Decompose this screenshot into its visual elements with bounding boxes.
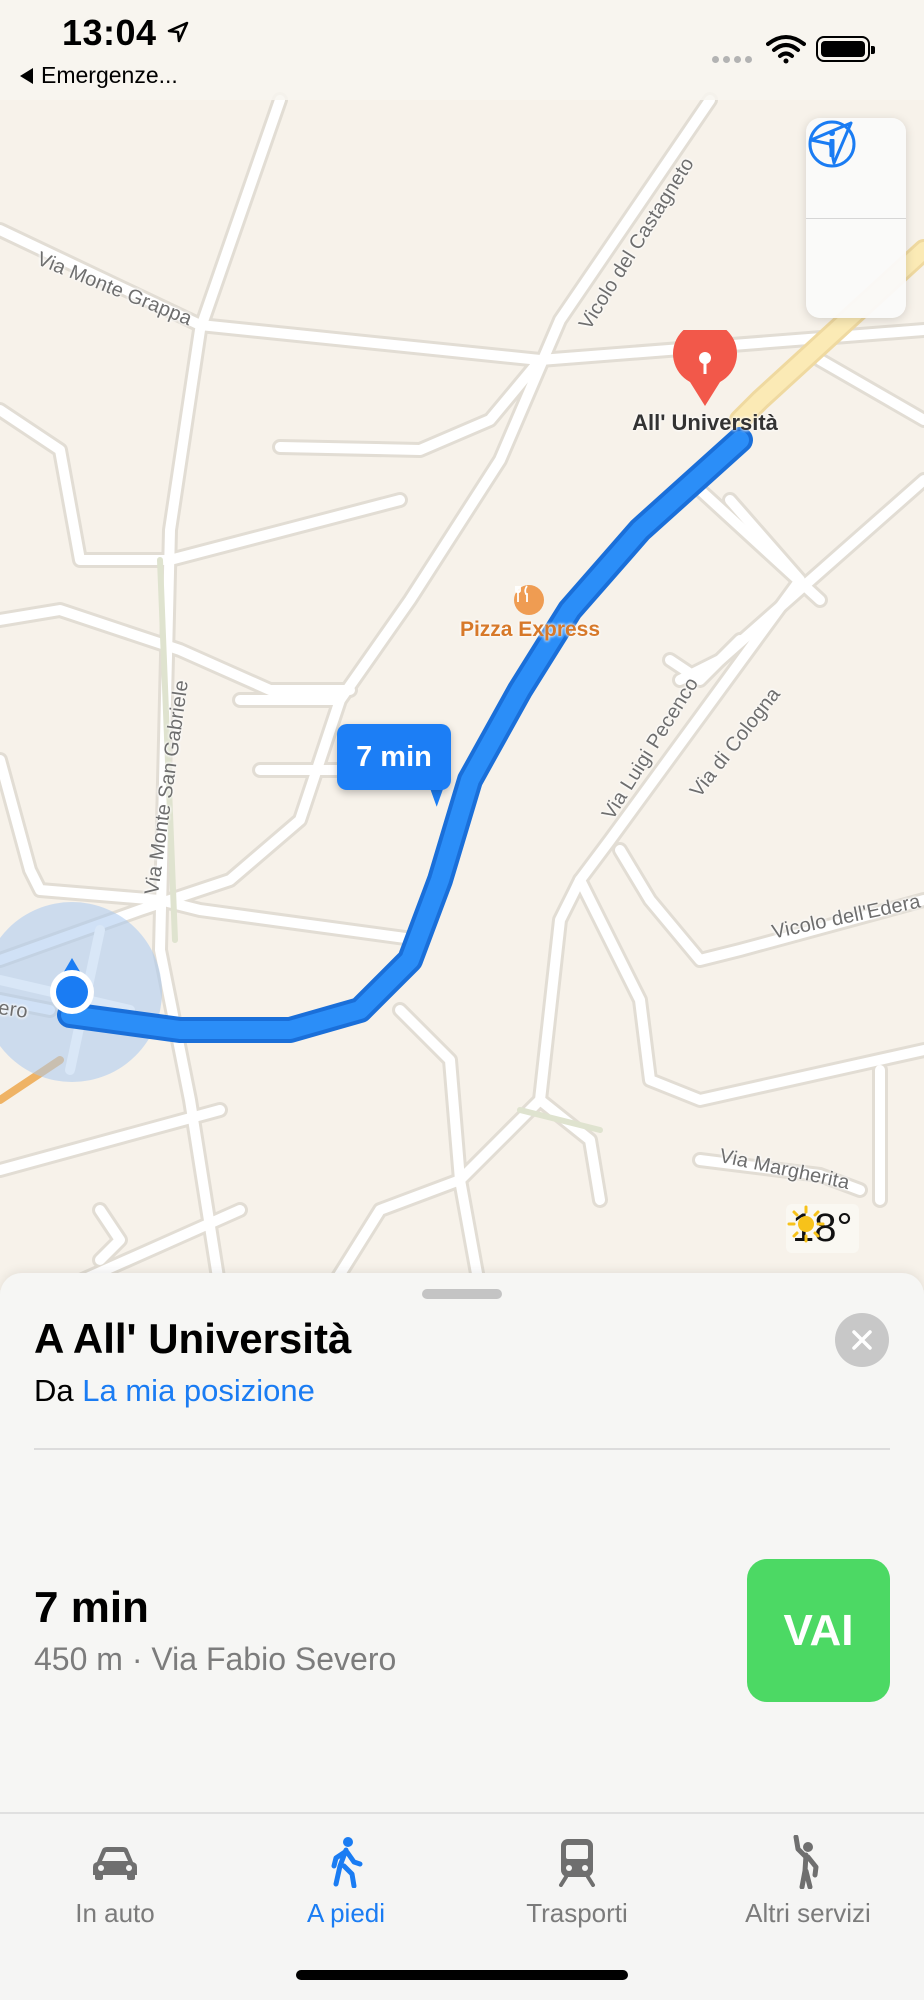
divider [34,1448,890,1450]
cellular-signal-icon [712,56,752,63]
back-arrow-icon [20,67,33,84]
map-roads [0,92,924,1290]
wifi-icon [766,35,806,64]
weather-badge: 18° [786,1204,859,1253]
locate-me-button[interactable] [806,121,906,319]
map-controls [806,118,906,318]
tab-driving[interactable]: In auto [15,1832,215,1929]
directions-sheet: A All' Università Da La mia posizione 7 … [0,1273,924,1813]
back-to-app-button[interactable]: Emergenze... [20,62,178,89]
destination-label: All' Università [632,410,778,435]
status-time: 13:04 [62,12,157,53]
map-view[interactable]: Via Monte Grappa Vicolo del Castagneto V… [0,0,924,1290]
tab-walking[interactable]: A piedi [246,1832,446,1929]
close-icon [852,1330,872,1350]
origin-link[interactable]: La mia posizione [82,1373,315,1408]
sheet-grabber[interactable] [422,1289,502,1299]
location-services-icon [167,21,189,43]
back-to-app-label: Emergenze... [41,62,178,88]
status-bar: 13:04 Emergenze... [0,0,924,100]
origin-prefix: Da [34,1373,74,1408]
go-button[interactable]: VAI [747,1559,890,1702]
sun-icon [787,1205,825,1243]
train-icon [559,1839,595,1887]
tab-transit[interactable]: Trasporti [477,1832,677,1929]
route-duration: 7 min [34,1583,149,1632]
route-time-bubble[interactable]: 7 min [337,724,451,790]
restaurant-icon[interactable] [514,585,544,615]
route-detail: 450 m · Via Fabio Severo [34,1641,397,1677]
tab-walking-label: A piedi [306,1898,386,1928]
battery-icon [816,36,875,62]
destination-title: A All' Università [34,1315,352,1362]
poi-label[interactable]: Pizza Express [420,618,640,642]
street-label: ero [0,997,30,1023]
car-icon [93,1847,137,1880]
home-indicator[interactable] [296,1970,628,1980]
walking-icon [331,1837,363,1888]
tab-driving-label: In auto [75,1898,155,1928]
tab-rideshare[interactable]: Altri servizi [708,1832,908,1929]
origin-line: Da La mia posizione [34,1373,315,1409]
tab-transit-label: Trasporti [526,1898,628,1928]
location-arrow-icon [809,121,853,165]
rideshare-icon [793,1835,819,1889]
close-button[interactable] [835,1313,889,1367]
tab-rideshare-label: Altri servizi [745,1898,871,1928]
